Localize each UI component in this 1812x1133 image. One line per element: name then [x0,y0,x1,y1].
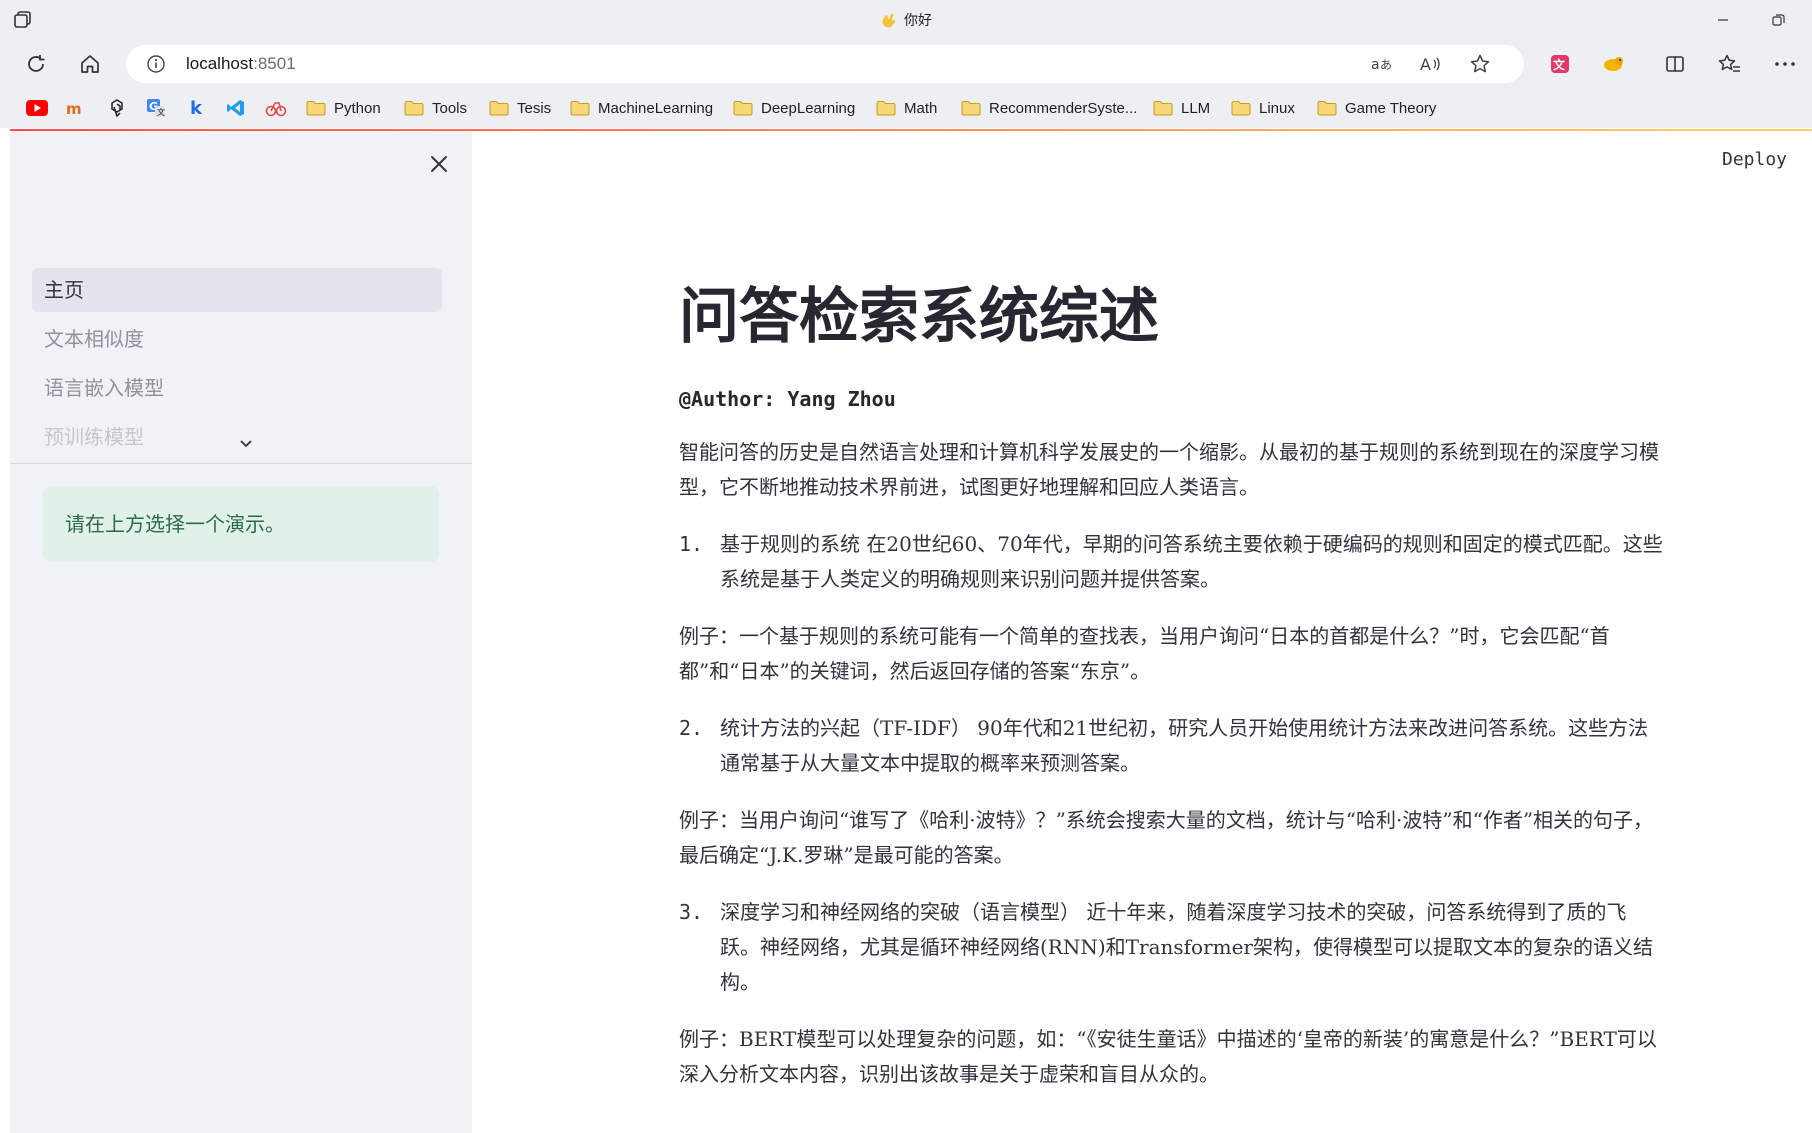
list-item-text: 统计方法的兴起（TF-IDF） 90年代和21世纪初，研究人员开始使用统计方法来… [720,716,1649,775]
extension-icon[interactable] [1598,48,1630,80]
tab-title: 你好 [904,13,932,29]
bookmark-folder-math[interactable]: Math [876,96,937,120]
home-icon[interactable] [74,48,106,80]
list-item: 3. 深度学习和神经网络的突破（语言模型） 近十年来，随着深度学习技术的突破，问… [679,895,1664,1000]
bookmark-folder-tools[interactable]: Tools [404,96,467,120]
sidebar-divider [10,463,472,464]
bookmark-label: Tesis [517,99,552,117]
sidebar-item-home[interactable]: 主页 [32,268,442,312]
sidebar: 主页 文本相似度 语言嵌入模型 预训练模型 请在上方选择一个演示。 [10,131,472,1133]
bookmark-folder-game-theory[interactable]: Game Theory [1317,96,1436,120]
example-paragraph: 例子：BERT模型可以处理复杂的问题，如：“《安徒生童话》中描述的‘皇帝的新装’… [679,1027,1657,1086]
svg-text:文: 文 [157,107,166,117]
bookmark-site-icon[interactable] [265,97,287,119]
folder-icon [404,101,424,116]
star-icon[interactable] [1468,53,1492,75]
svg-text:あ: あ [1380,58,1392,72]
url-text[interactable]: localhost:8501 [186,54,296,74]
list-number: 2. [679,716,704,740]
folder-icon [961,101,981,116]
url-port: :8501 [253,54,296,73]
address-bar[interactable]: localhost:8501 aあ A [126,45,1524,83]
main-content: 问答检索系统综述 @Author: Yang Zhou 智能问答的历史是自然语言… [679,281,1664,1092]
youtube-icon[interactable] [26,97,48,119]
bookmark-label: LLM [1181,99,1211,117]
bookmark-folder-recommendersystems[interactable]: RecommenderSyste... [961,96,1137,120]
svg-text:A: A [1420,55,1431,74]
minimize-button[interactable] [1710,8,1736,32]
page-title: 问答检索系统综述 [679,282,1159,352]
chevron-down-icon [240,440,252,448]
bookmark-label: Game Theory [1345,99,1437,117]
favorites-icon[interactable] [1714,48,1746,80]
author-line: @Author: Yang Zhou [679,387,896,411]
app-page: 主页 文本相似度 语言嵌入模型 预训练模型 请在上方选择一个演示。 Deploy… [10,131,1812,1133]
bookmark-label: MachineLearning [598,99,714,117]
bookmark-label: RecommenderSyste... [989,99,1138,117]
folder-icon [876,101,896,116]
close-icon [431,156,447,172]
bookmark-folder-machinelearning[interactable]: MachineLearning [570,96,713,120]
intro-paragraph: 智能问答的历史是自然语言处理和计算机科学发展史的一个缩影。从最初的基于规则的系统… [679,440,1659,499]
refresh-icon[interactable] [20,48,52,80]
bookmarks-bar: m G文 k Python Tools Tesis MachineLearnin… [0,88,1812,128]
folder-icon [306,101,326,116]
bookmark-folder-tesis[interactable]: Tesis [489,96,551,120]
bookmark-label: Python [334,99,381,117]
waving-hand-icon [880,12,898,28]
folder-icon [1317,101,1337,116]
svg-text:m: m [66,100,82,116]
list-item-text: 深度学习和神经网络的突破（语言模型） 近十年来，随着深度学习技术的突破，问答系统… [720,900,1653,994]
sidebar-nav: 主页 文本相似度 语言嵌入模型 预训练模型 [32,268,442,448]
folder-icon [1153,101,1173,116]
browser-toolbar: localhost:8501 aあ A 文 [0,40,1812,88]
list-item: 1. 基于规则的系统 在20世纪60、70年代，早期的问答系统主要依赖于硬编码的… [679,527,1664,597]
folder-icon [570,101,590,116]
more-icon[interactable] [1769,48,1801,80]
folder-icon [733,101,753,116]
read-aloud-icon[interactable]: A [1419,53,1443,75]
example-paragraph: 例子：一个基于规则的系统可能有一个简单的查找表，当用户询问“日本的首都是什么？”… [679,624,1610,683]
example-paragraph: 例子：当用户询问“谁写了《哈利·波特》？”系统会搜索大量的文档，统计与“哈利·波… [679,808,1654,867]
folder-icon [489,101,509,116]
bookmark-folder-deeplearning[interactable]: DeepLearning [733,96,855,120]
bookmark-label: Linux [1259,99,1295,117]
kaggle-icon[interactable]: k [185,97,207,119]
extension-icon[interactable]: 文 [1544,48,1576,80]
list-item-text: 基于规则的系统 在20世纪60、70年代，早期的问答系统主要依赖于硬编码的规则和… [720,532,1663,591]
folder-icon [1231,101,1251,116]
split-screen-icon[interactable] [1659,48,1691,80]
restore-button[interactable] [1765,8,1791,32]
google-translate-icon[interactable]: G文 [145,97,167,119]
bookmark-folder-python[interactable]: Python [306,96,381,120]
bookmark-label: Tools [432,99,468,117]
vscode-icon[interactable] [225,97,247,119]
info-icon[interactable] [146,54,166,74]
sidebar-item-text-similarity[interactable]: 文本相似度 [32,317,442,361]
url-host: localhost [186,54,254,73]
info-message: 请在上方选择一个演示。 [43,486,439,562]
sidebar-item-embedding-models[interactable]: 语言嵌入模型 [32,366,442,410]
bookmark-folder-llm[interactable]: LLM [1153,96,1210,120]
list-number: 3. [679,900,704,924]
bookmark-site-icon[interactable]: m [66,97,88,119]
bookmark-label: Math [904,99,938,117]
translate-icon[interactable]: aあ [1370,53,1394,75]
window-title: 你好 [0,10,1812,30]
svg-text:文: 文 [1553,57,1566,72]
close-sidebar-button[interactable] [426,151,452,177]
bookmark-label: DeepLearning [761,99,856,117]
openai-icon[interactable] [106,97,128,119]
svg-text:a: a [1371,57,1380,73]
deploy-button[interactable]: Deploy [1722,149,1787,170]
title-bar: 你好 [0,0,1812,40]
expand-nav-button[interactable] [236,436,256,452]
list-item: 2. 统计方法的兴起（TF-IDF） 90年代和21世纪初，研究人员开始使用统计… [679,711,1664,781]
list-number: 1. [679,532,704,556]
bookmark-folder-linux[interactable]: Linux [1231,96,1295,120]
